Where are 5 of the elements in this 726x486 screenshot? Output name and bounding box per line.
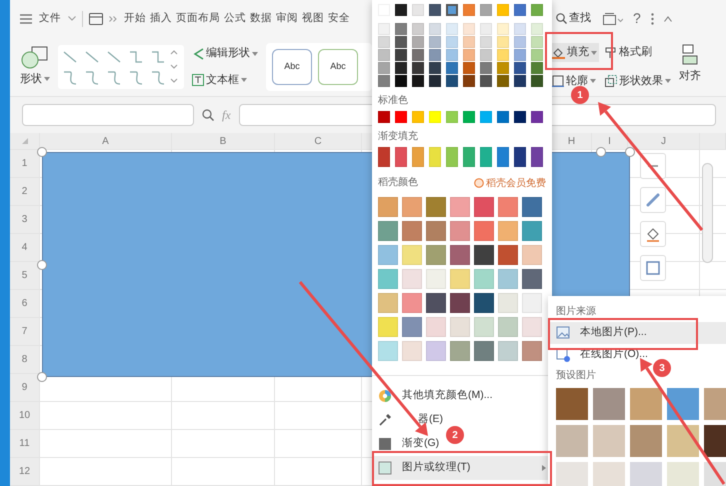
section-label: 预设图片 [556, 368, 597, 383]
section-label: 图片来源 [556, 304, 597, 319]
section-label: 标准色 [378, 94, 409, 108]
section-label: 渐变填充 [378, 130, 419, 144]
section-label: 稻壳颜色 [378, 176, 418, 190]
